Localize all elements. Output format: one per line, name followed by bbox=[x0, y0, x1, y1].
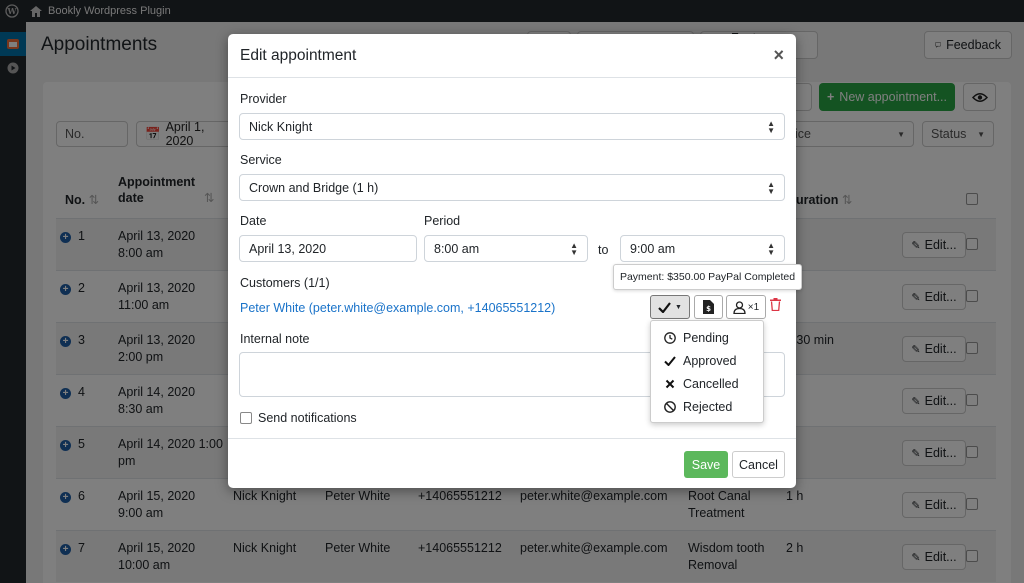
period-start-value: 8:00 am bbox=[434, 241, 480, 256]
caret-down-icon: ▼ bbox=[675, 303, 682, 311]
status-dropdown-button[interactable]: ▼ bbox=[650, 295, 690, 319]
status-option-cancelled[interactable]: Cancelled bbox=[651, 373, 763, 396]
date-value: April 13, 2020 bbox=[249, 241, 327, 256]
select-arrows-icon: ▲ ▼ bbox=[570, 240, 578, 257]
period-end-value: 9:00 am bbox=[630, 241, 676, 256]
period-to-label: to bbox=[598, 243, 609, 257]
status-option-rejected[interactable]: Rejected bbox=[651, 395, 763, 418]
select-arrows-icon: ▲ ▼ bbox=[767, 179, 775, 196]
close-icon[interactable]: × bbox=[773, 45, 784, 66]
customer-link[interactable]: Peter White (peter.white@example.com, +1… bbox=[240, 301, 555, 315]
status-option-label: Cancelled bbox=[683, 376, 739, 391]
status-option-label: Rejected bbox=[683, 399, 733, 414]
payment-tooltip: Payment: $350.00 PayPal Completed bbox=[613, 264, 802, 290]
clock-icon bbox=[664, 332, 676, 345]
service-select[interactable]: Crown and Bridge (1 h) ▲ ▼ bbox=[239, 174, 785, 201]
select-arrows-icon: ▲ ▼ bbox=[767, 240, 775, 257]
service-value: Crown and Bridge (1 h) bbox=[249, 180, 379, 195]
period-end-select[interactable]: 9:00 am ▲ ▼ bbox=[620, 235, 785, 262]
customer-count: ×1 bbox=[747, 301, 760, 313]
cancel-button[interactable]: Cancel bbox=[732, 451, 785, 478]
check-icon bbox=[658, 301, 671, 313]
status-option-approved[interactable]: Approved bbox=[651, 350, 763, 373]
ban-icon bbox=[664, 400, 676, 413]
check-icon bbox=[664, 356, 676, 367]
provider-select[interactable]: Nick Knight ▲ ▼ bbox=[239, 113, 785, 140]
payment-button[interactable]: $ bbox=[694, 295, 723, 319]
select-arrows-icon: ▲ ▼ bbox=[767, 118, 775, 135]
date-label: Date bbox=[240, 214, 267, 228]
checkbox-box[interactable] bbox=[240, 412, 252, 424]
customers-label: Customers (1/1) bbox=[240, 276, 330, 290]
provider-value: Nick Knight bbox=[249, 119, 313, 134]
internal-note-label: Internal note bbox=[240, 332, 310, 346]
trash-icon[interactable] bbox=[770, 298, 781, 314]
date-input[interactable]: April 13, 2020 bbox=[239, 235, 417, 262]
times-icon bbox=[664, 379, 676, 389]
status-option-label: Approved bbox=[683, 354, 737, 369]
send-notifications-checkbox[interactable]: Send notifications bbox=[240, 411, 357, 425]
number-of-persons-button[interactable]: ×1 bbox=[726, 295, 766, 319]
svg-text:$: $ bbox=[706, 305, 711, 313]
period-label: Period bbox=[424, 214, 461, 228]
send-notifications-label: Send notifications bbox=[258, 411, 357, 425]
invoice-dollar-icon: $ bbox=[703, 300, 714, 314]
modal-title: Edit appointment bbox=[240, 47, 357, 64]
service-label: Service bbox=[240, 153, 282, 167]
status-dropdown-menu: Pending Approved Cancelled Rejected bbox=[650, 320, 764, 423]
status-option-pending[interactable]: Pending bbox=[651, 327, 763, 350]
provider-label: Provider bbox=[240, 92, 287, 106]
user-icon bbox=[733, 300, 746, 314]
period-start-select[interactable]: 8:00 am ▲ ▼ bbox=[424, 235, 588, 262]
modal-footer: Save Cancel bbox=[228, 438, 796, 488]
status-option-label: Pending bbox=[683, 331, 729, 346]
modal-header: Edit appointment × bbox=[228, 34, 796, 78]
save-button[interactable]: Save bbox=[684, 451, 728, 478]
